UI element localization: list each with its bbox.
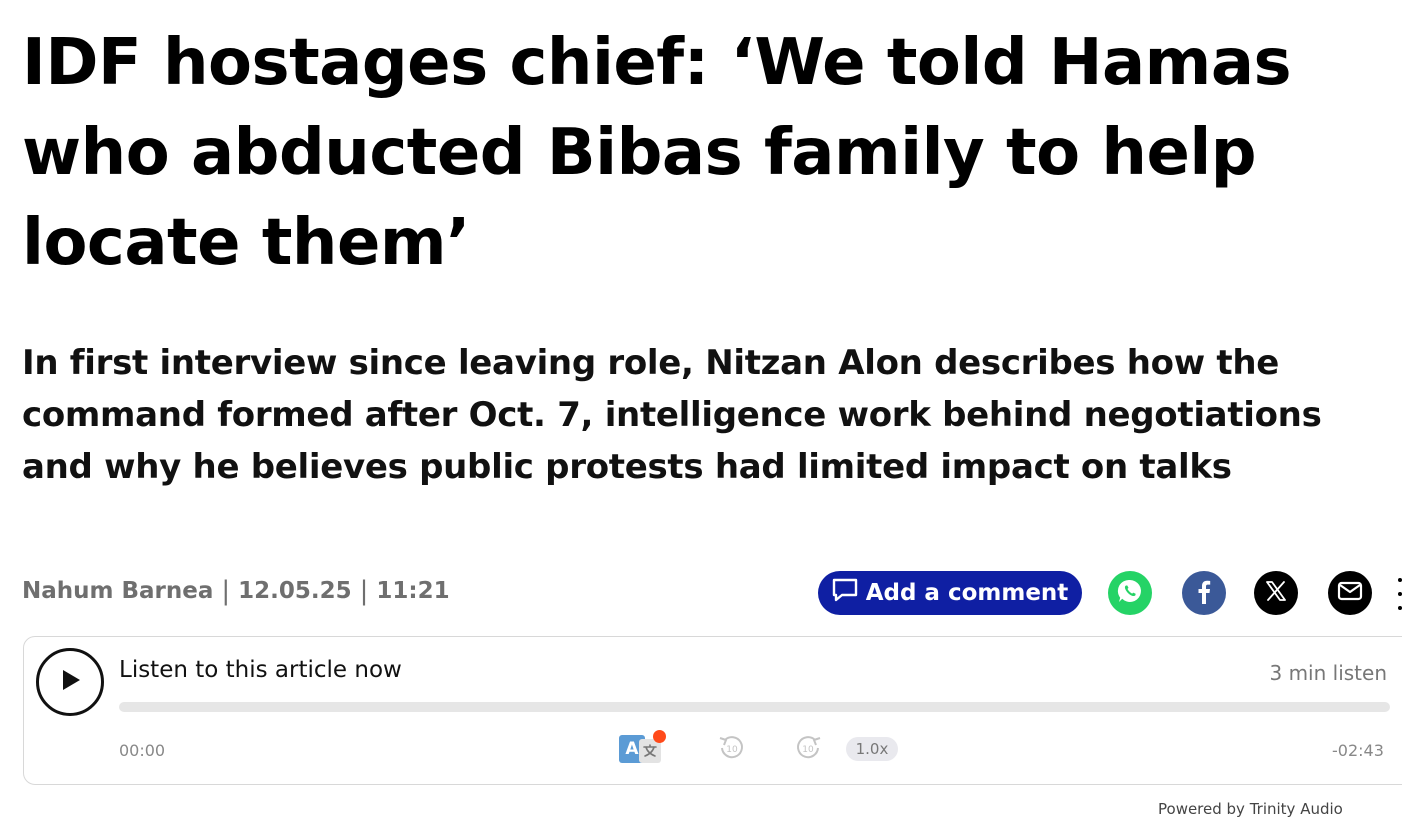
x-icon xyxy=(1265,580,1287,606)
current-time: 00:00 xyxy=(119,741,166,760)
facebook-icon xyxy=(1194,578,1214,608)
article-subheadline: In first interview since leaving role, N… xyxy=(22,343,1322,487)
playback-speed-button[interactable]: 1.0x xyxy=(846,737,898,761)
email-share-button[interactable] xyxy=(1328,571,1372,615)
rewind-10-icon: 10 xyxy=(717,733,745,765)
rewind-seconds: 10 xyxy=(726,745,738,755)
forward-10-icon: 10 xyxy=(795,733,823,765)
remaining-time: -02:43 xyxy=(1332,741,1384,760)
more-dot xyxy=(1398,578,1402,582)
byline-separator: | xyxy=(359,576,369,606)
forward-seconds: 10 xyxy=(802,745,814,755)
share-bar: Add a comment xyxy=(818,571,1082,615)
comment-icon xyxy=(832,578,858,608)
rewind-10-button[interactable]: 10 xyxy=(714,732,748,766)
add-comment-button[interactable]: Add a comment xyxy=(818,571,1082,615)
play-button[interactable] xyxy=(36,648,104,716)
audio-player: Listen to this article now 3 min listen … xyxy=(23,636,1402,785)
powered-by[interactable]: Powered by Trinity Audio xyxy=(1158,800,1343,818)
byline-separator: | xyxy=(221,576,231,606)
author-name[interactable]: Nahum Barnea xyxy=(22,578,213,604)
translate-button[interactable]: A xyxy=(618,730,666,766)
notification-dot xyxy=(653,730,666,743)
x-share-button[interactable] xyxy=(1254,571,1298,615)
article-headline: IDF hostages chief: ‘We told Hamas who a… xyxy=(22,26,1292,280)
translate-icon: A xyxy=(619,730,666,765)
more-dot xyxy=(1398,592,1402,596)
publish-date: 12.05.25 xyxy=(238,578,352,604)
facebook-share-button[interactable] xyxy=(1182,571,1226,615)
more-options-icon[interactable] xyxy=(1398,578,1402,610)
player-title: Listen to this article now xyxy=(119,657,402,683)
whatsapp-icon xyxy=(1115,576,1145,610)
progress-bar[interactable] xyxy=(119,702,1390,712)
email-icon xyxy=(1337,581,1363,605)
listen-duration: 3 min listen xyxy=(1269,661,1387,685)
publish-time: 11:21 xyxy=(376,578,450,604)
more-dot xyxy=(1398,606,1402,610)
byline: Nahum Barnea | 12.05.25 | 11:21 xyxy=(22,574,450,608)
whatsapp-share-button[interactable] xyxy=(1108,571,1152,615)
play-icon xyxy=(57,667,83,697)
add-comment-label: Add a comment xyxy=(865,580,1069,606)
forward-10-button[interactable]: 10 xyxy=(792,732,826,766)
